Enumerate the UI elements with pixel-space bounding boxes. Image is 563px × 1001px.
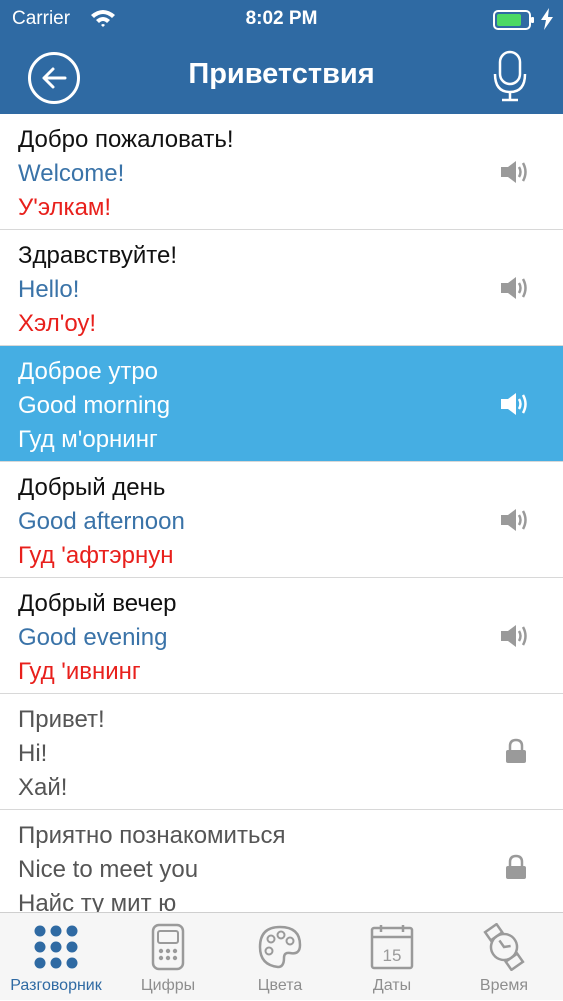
navigation-bar: Приветствия <box>0 40 563 114</box>
phrase-row[interactable]: Добро пожаловать! Welcome! У'элкам! <box>0 114 563 230</box>
phrase-transcription: Гуд 'ивнинг <box>18 658 141 685</box>
phrase-english: Hello! <box>18 276 80 303</box>
grid-dots-icon <box>34 925 78 969</box>
charging-icon <box>540 8 554 35</box>
microphone-button[interactable] <box>492 48 528 109</box>
lock-icon <box>505 738 527 769</box>
tab-phrasebook[interactable]: Разговорник <box>0 913 112 1001</box>
phrase-transcription: У'элкам! <box>18 194 112 221</box>
phrase-transcription: Хай! <box>18 774 68 801</box>
tab-label: Время <box>479 977 529 994</box>
phrase-native: Добро пожаловать! <box>18 126 234 153</box>
phrase-native: Здравствуйте! <box>18 242 178 269</box>
phrase-native: Добрый день <box>18 474 166 501</box>
calendar-icon: 15 <box>370 925 414 970</box>
speaker-icon[interactable] <box>500 158 530 191</box>
phrase-row-locked[interactable]: Привет! Hi! Хай! <box>0 694 563 810</box>
speaker-icon[interactable] <box>500 506 530 539</box>
calculator-icon <box>151 923 185 971</box>
calendar-day-label: 15 <box>383 946 402 965</box>
tab-dates[interactable]: 15 Даты <box>336 913 448 1001</box>
phrase-row[interactable]: Добрый день Good afternoon Гуд 'афтэрнун <box>0 462 563 578</box>
phrase-english: Good evening <box>18 624 168 651</box>
phrase-english: Welcome! <box>18 160 125 187</box>
phrase-transcription: Гуд м'орнинг <box>18 426 158 453</box>
phrase-english: Nice to meet you <box>18 856 199 883</box>
microphone-icon <box>493 50 527 102</box>
watch-icon <box>483 923 525 971</box>
phrase-transcription: Хэл'оу! <box>18 310 97 337</box>
page-title: Приветствия <box>188 58 375 90</box>
phrase-native: Привет! <box>18 706 105 733</box>
status-bar: Carrier 8:02 PM <box>0 0 563 40</box>
phrase-row-selected[interactable]: Доброе утро Good morning Гуд м'орнинг <box>0 346 563 462</box>
tab-label: Разговорник <box>10 977 102 994</box>
palette-icon <box>258 925 302 969</box>
speaker-icon[interactable] <box>500 390 530 423</box>
phrase-row[interactable]: Добрый вечер Good evening Гуд 'ивнинг <box>0 578 563 694</box>
clock-label: 8:02 PM <box>245 8 318 29</box>
tab-label: Даты <box>372 977 412 994</box>
tab-numbers[interactable]: Цифры <box>112 913 224 1001</box>
tab-colors[interactable]: Цвета <box>224 913 336 1001</box>
tab-label: Цвета <box>257 977 303 994</box>
phrase-row[interactable]: Здравствуйте! Hello! Хэл'оу! <box>0 230 563 346</box>
tab-bar: Разговорник Цифры Цвета 15 Даты Время <box>0 912 563 1000</box>
phrase-row-locked[interactable]: Приятно познакомиться Nice to meet you Н… <box>0 810 563 926</box>
tab-label: Цифры <box>140 977 196 994</box>
phrase-native: Доброе утро <box>18 358 159 385</box>
speaker-icon[interactable] <box>500 622 530 655</box>
phrase-transcription: Гуд 'афтэрнун <box>18 542 174 569</box>
phrase-list: Добро пожаловать! Welcome! У'элкам! Здра… <box>0 114 563 926</box>
lock-icon <box>505 854 527 885</box>
phrase-english: Good afternoon <box>18 508 185 535</box>
phrase-english: Hi! <box>18 740 48 767</box>
phrase-english: Good morning <box>18 392 171 419</box>
speaker-icon[interactable] <box>500 274 530 307</box>
battery-icon <box>493 10 535 35</box>
phrase-native: Добрый вечер <box>18 590 177 617</box>
phrase-native: Приятно познакомиться <box>18 822 286 849</box>
tab-time[interactable]: Время <box>448 913 560 1001</box>
